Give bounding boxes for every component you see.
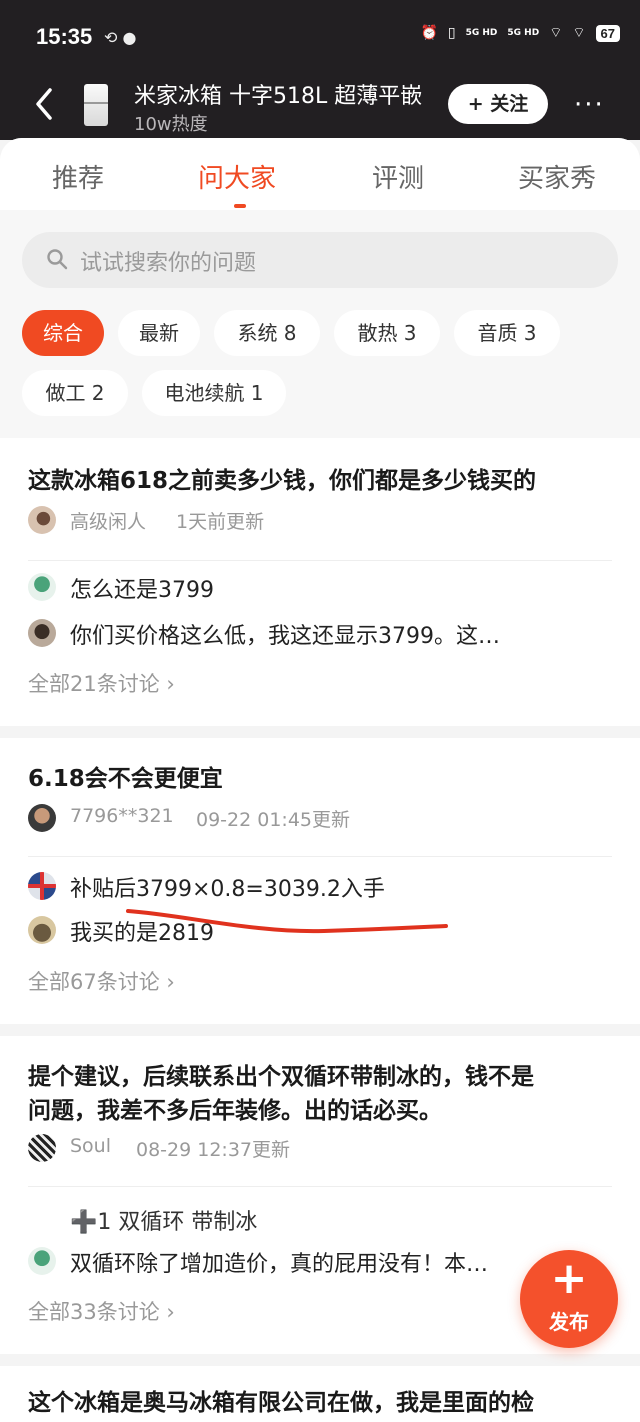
avatar	[28, 916, 56, 944]
avatar	[28, 573, 56, 601]
all-discussions-link[interactable]: 全部67条讨论 ›	[28, 966, 175, 996]
tab-recommend[interactable]: 推荐	[52, 158, 104, 195]
avatar	[28, 506, 56, 534]
back-icon[interactable]	[30, 84, 60, 124]
question-title[interactable]: 6.18会不会更便宜	[28, 762, 223, 796]
avatar	[28, 1134, 56, 1162]
filter-chip-system[interactable]: 系统 8	[214, 310, 320, 356]
tab-bar: 推荐 问大家 评测 买家秀	[0, 138, 640, 210]
question-card[interactable]: 6.18会不会更便宜 7796**321 09-22 01:45更新 补贴后37…	[0, 738, 640, 1024]
product-header: 米家冰箱 十字518L 超薄平嵌 10w热度 + 关注 ···	[0, 70, 640, 140]
tab-buyer-show[interactable]: 买家秀	[518, 158, 596, 195]
tab-ask-everyone[interactable]: 问大家	[198, 158, 276, 195]
question-card[interactable]: 这个冰箱是奥马冰箱有限公司在做，我是里面的检	[0, 1366, 640, 1422]
question-author: Soul	[70, 1135, 112, 1157]
answer-text[interactable]: 我买的是2819	[70, 915, 214, 947]
avatar	[28, 1247, 56, 1275]
plus-icon: +	[550, 1253, 588, 1304]
product-thumbnail[interactable]	[84, 84, 108, 126]
status-time: 15:35	[36, 24, 93, 49]
filter-chip-cooling[interactable]: 散热 3	[334, 310, 440, 356]
question-tags: ➕1 双循环 带制冰	[70, 1210, 258, 1235]
avatar	[28, 872, 56, 900]
answer-text[interactable]: 你们买价格这么低，我这还显示3799。这…	[70, 618, 500, 650]
alarm-icon: ⏰	[420, 25, 438, 41]
question-title[interactable]: 这个冰箱是奥马冰箱有限公司在做，我是里面的检	[28, 1386, 534, 1420]
search-placeholder: 试试搜索你的问题	[80, 251, 257, 276]
more-icon[interactable]: ···	[574, 90, 605, 120]
vibrate-icon: ▯	[447, 25, 456, 41]
filter-chip-sound[interactable]: 音质 3	[454, 310, 560, 356]
answer-text[interactable]: 双循环除了增加造价，真的屁用没有！本…	[70, 1246, 488, 1278]
question-title[interactable]: 这款冰箱618之前卖多少钱，你们都是多少钱买的	[28, 464, 536, 498]
qa-panel: 推荐 问大家 评测 买家秀 试试搜索你的问题 综合 最新 系统 8 散热 3 音…	[0, 138, 640, 438]
question-author: 7796**321	[70, 805, 174, 827]
question-time: 08-29 12:37更新	[136, 1139, 291, 1161]
search-icon	[47, 249, 68, 270]
all-discussions-link[interactable]: 全部33条讨论 ›	[28, 1296, 175, 1326]
battery-icon: 67	[595, 24, 620, 42]
follow-button[interactable]: + 关注	[448, 84, 548, 124]
active-tab-indicator	[234, 204, 246, 208]
answer-text[interactable]: 补贴后3799×0.8=3039.2入手	[70, 871, 385, 903]
answer-text[interactable]: 怎么还是3799	[70, 572, 214, 604]
product-title[interactable]: 米家冰箱 十字518L 超薄平嵌	[134, 78, 422, 110]
product-heat: 10w热度	[134, 114, 208, 135]
avatar	[28, 804, 56, 832]
divider	[28, 560, 612, 561]
publish-button[interactable]: + 发布	[520, 1250, 618, 1348]
question-time: 09-22 01:45更新	[196, 809, 351, 831]
wifi-icon-2: ⌔	[572, 25, 586, 41]
publish-label: 发布	[549, 1310, 589, 1334]
question-time: 1天前更新	[176, 511, 265, 533]
divider	[28, 1186, 612, 1187]
filter-chip-battery[interactable]: 电池续航 1	[142, 370, 286, 416]
filter-chip-all[interactable]: 综合	[22, 310, 104, 356]
status-icons: ⏰ ▯ 5G HD 5G HD ⌔ ⌔ 67	[420, 24, 620, 42]
search-input[interactable]: 试试搜索你的问题	[22, 232, 618, 288]
question-author: 高级闲人	[70, 511, 147, 533]
question-title-line-1[interactable]: 提个建议，后续联系出个双循环带制冰的，钱不是	[28, 1060, 534, 1094]
wifi-icon: ⌔	[549, 25, 563, 41]
signal-icon-2: 5G HD	[507, 27, 540, 38]
flag-avatar-icon	[28, 872, 56, 900]
signal-icon: 5G HD	[465, 27, 498, 38]
all-discussions-link[interactable]: 全部21条讨论 ›	[28, 668, 175, 698]
divider	[28, 856, 612, 857]
notification-icons: ⟲ ●	[104, 28, 137, 47]
filter-chip-newest[interactable]: 最新	[118, 310, 200, 356]
question-card[interactable]: 这款冰箱618之前卖多少钱，你们都是多少钱买的 高级闲人 1天前更新 怎么还是3…	[0, 438, 640, 726]
question-title-line-2[interactable]: 问题，我差不多后年装修。出的话必买。	[28, 1094, 442, 1128]
tab-review[interactable]: 评测	[372, 158, 424, 195]
filter-chip-workmanship[interactable]: 做工 2	[22, 370, 128, 416]
status-bar: 15:35 ⟲ ● ⏰ ▯ 5G HD 5G HD ⌔ ⌔ 67	[0, 0, 640, 70]
avatar	[28, 619, 56, 647]
